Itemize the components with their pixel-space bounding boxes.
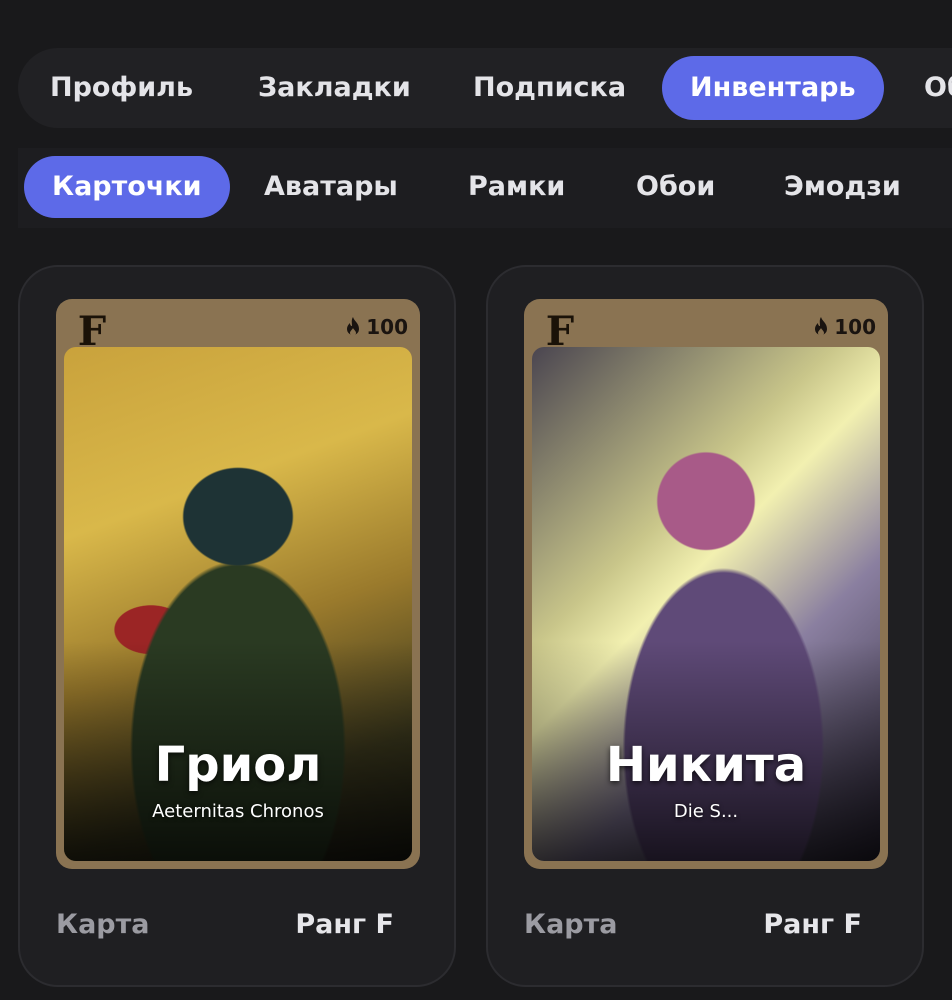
tab-profile[interactable]: Профиль — [50, 56, 193, 120]
inventory-card[interactable]: F 100 Никита Die S... Карта Ранг F — [486, 265, 924, 987]
inventory-card[interactable]: F 100 Гриол Aeternitas Chronos Карта Ран… — [18, 265, 456, 987]
card-rank-label: Ранг F — [763, 909, 862, 940]
card-type-label: Карта — [524, 909, 618, 940]
fire-count: 100 — [812, 313, 876, 341]
inventory-subtabs: Карточки Аватары Рамки Обои Эмодзи — [18, 148, 952, 228]
subtab-avatars[interactable]: Аватары — [264, 156, 398, 218]
subtab-emoji[interactable]: Эмодзи — [784, 156, 901, 218]
tab-bookmarks[interactable]: Закладки — [258, 56, 411, 120]
fire-icon — [347, 317, 360, 336]
card-subtitle: Die S... — [673, 801, 739, 822]
subtab-frames[interactable]: Рамки — [468, 156, 565, 218]
card-name: Никита — [605, 737, 807, 793]
card-name: Гриол — [154, 737, 322, 793]
card-artwork: F 100 Никита Die S... — [524, 299, 888, 869]
tab-subscription[interactable]: Подписка — [473, 56, 626, 120]
tab-about[interactable]: Об — [924, 56, 952, 120]
card-type-label: Карта — [56, 909, 150, 940]
subtab-cards[interactable]: Карточки — [24, 156, 230, 218]
card-artwork: F 100 Гриол Aeternitas Chronos — [56, 299, 420, 869]
tab-inventory[interactable]: Инвентарь — [662, 56, 884, 120]
card-rank-label: Ранг F — [295, 909, 394, 940]
rank-logo-icon: F — [77, 308, 107, 355]
subtab-wallpapers[interactable]: Обои — [636, 156, 715, 218]
rank-logo-icon: F — [545, 308, 575, 355]
fire-icon — [815, 317, 828, 336]
fire-count: 100 — [344, 313, 408, 341]
fire-count-value: 100 — [834, 315, 876, 339]
main-tabs: Профиль Закладки Подписка Инвентарь Об — [18, 48, 952, 128]
card-subtitle: Aeternitas Chronos — [152, 801, 324, 822]
fire-count-value: 100 — [366, 315, 408, 339]
